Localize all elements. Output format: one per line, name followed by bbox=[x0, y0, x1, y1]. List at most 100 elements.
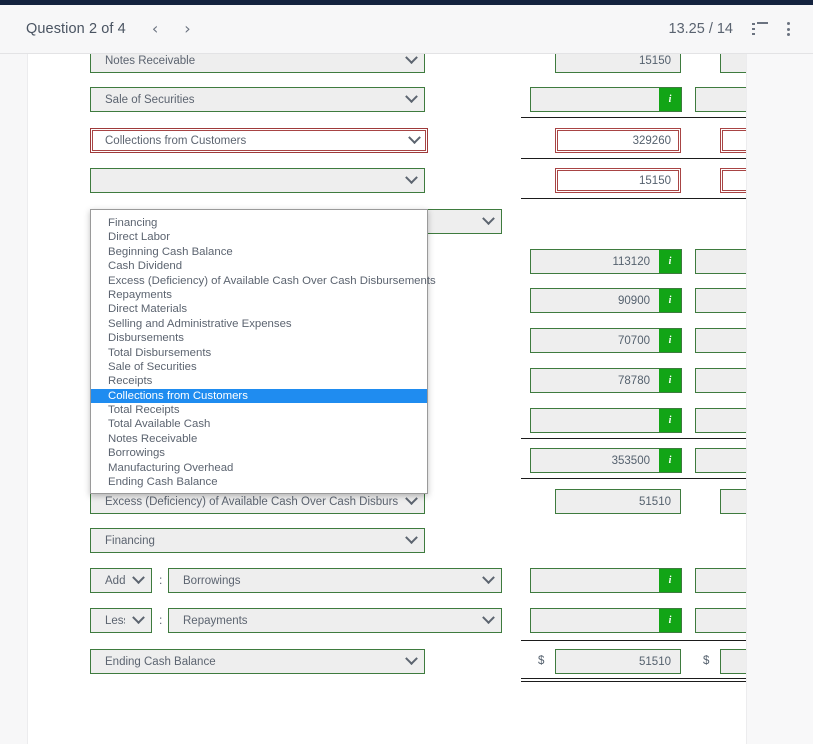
info-badge-icon[interactable]: i bbox=[659, 250, 681, 273]
total-rule bbox=[521, 640, 693, 641]
account-select-0[interactable]: Notes Receivable bbox=[90, 54, 425, 73]
dropdown-option-15[interactable]: Notes Receivable bbox=[91, 432, 427, 446]
dropdown-option-2[interactable]: Beginning Cash Balance bbox=[91, 245, 427, 259]
dropdown-option-5[interactable]: Repayments bbox=[91, 288, 427, 302]
score-display: 13.25 / 14 bbox=[668, 21, 734, 37]
info-badge-icon[interactable]: i bbox=[659, 449, 681, 472]
dropdown-option-9[interactable]: Total Disbursements bbox=[91, 346, 427, 360]
question-list-button[interactable] bbox=[752, 22, 768, 36]
chevron-down-icon bbox=[125, 571, 151, 585]
info-badge-icon[interactable]: i bbox=[659, 369, 681, 392]
total-rule bbox=[521, 117, 693, 118]
amount-value: 15150 bbox=[639, 174, 671, 187]
info-badge-icon[interactable]: i bbox=[659, 289, 681, 312]
worksheet-compound-row: Add: Borrowings ii bbox=[28, 568, 746, 598]
account-select-12[interactable]: Financing bbox=[90, 528, 425, 553]
amount-input-col1-2[interactable]: 329260 bbox=[555, 128, 681, 153]
worksheet-total-row: Ending Cash Balance $51510 $ bbox=[28, 649, 746, 679]
amount-input-col2-1[interactable]: i bbox=[695, 87, 746, 112]
dropdown-option-10[interactable]: Sale of Securities bbox=[91, 360, 427, 374]
worksheet-compound-row: Less: Repayments ii bbox=[28, 608, 746, 638]
chevron-down-icon bbox=[398, 171, 424, 185]
total-rule bbox=[686, 678, 746, 682]
dropdown-option-12[interactable]: Collections from Customers bbox=[91, 388, 427, 404]
account-select-financing-1[interactable]: Repayments bbox=[168, 608, 502, 633]
chevron-down-icon bbox=[475, 212, 501, 226]
info-badge-icon[interactable]: i bbox=[659, 88, 681, 111]
info-badge-icon[interactable]: i bbox=[659, 569, 681, 592]
amount-input-col2-11[interactable] bbox=[720, 489, 746, 514]
amount-input-col1-financing-1[interactable]: i bbox=[530, 608, 682, 633]
dropdown-option-13[interactable]: Total Receipts bbox=[91, 403, 427, 417]
account-select-1[interactable]: Sale of Securities bbox=[90, 87, 425, 112]
amount-input-col2-6[interactable]: i bbox=[695, 288, 746, 313]
amount-input-col2-3[interactable] bbox=[720, 168, 746, 193]
left-gutter bbox=[0, 54, 27, 744]
amount-input-col1-11[interactable]: 51510 bbox=[555, 489, 681, 514]
amount-input-col2-10[interactable]: i bbox=[695, 448, 746, 473]
amount-input-col1-9[interactable]: i bbox=[530, 408, 682, 433]
dropdown-option-3[interactable]: Cash Dividend bbox=[91, 259, 427, 273]
operation-select-0[interactable]: Add bbox=[90, 568, 152, 593]
row-colon: : bbox=[159, 613, 163, 627]
account-select-label: Add bbox=[105, 574, 125, 587]
dropdown-option-0[interactable]: Financing bbox=[91, 216, 427, 230]
amount-input-col1-3[interactable]: 15150 bbox=[555, 168, 681, 193]
operation-select-1[interactable]: Less bbox=[90, 608, 152, 633]
amount-input-col2-financing-1[interactable]: i bbox=[695, 608, 746, 633]
total-rule bbox=[521, 478, 693, 479]
chevron-down-icon bbox=[401, 131, 427, 145]
dropdown-option-4[interactable]: Excess (Deficiency) of Available Cash Ov… bbox=[91, 274, 436, 288]
amount-input-col1-6[interactable]: 90900 i bbox=[530, 288, 682, 313]
dropdown-option-14[interactable]: Total Available Cash bbox=[91, 417, 427, 431]
account-select-3[interactable] bbox=[90, 168, 425, 193]
amount-input-col1-0[interactable]: 15150 bbox=[555, 54, 681, 73]
amount-value: 113120 bbox=[612, 255, 650, 268]
amount-input-col1-1[interactable]: i bbox=[530, 87, 682, 112]
amount-input-col2-total[interactable] bbox=[720, 649, 746, 674]
amount-input-col1-total[interactable]: 51510 bbox=[555, 649, 681, 674]
amount-input-col2-financing-0[interactable]: i bbox=[695, 568, 746, 593]
amount-input-col2-0[interactable] bbox=[720, 54, 746, 73]
page-title: Question 2 of 4 bbox=[26, 21, 126, 37]
more-options-button[interactable] bbox=[787, 21, 791, 37]
total-rule bbox=[521, 198, 693, 199]
info-badge-icon[interactable]: i bbox=[659, 609, 681, 632]
dropdown-option-17[interactable]: Manufacturing Overhead bbox=[91, 461, 427, 475]
amount-input-col1-5[interactable]: 113120 i bbox=[530, 249, 682, 274]
dropdown-option-1[interactable]: Direct Labor bbox=[91, 230, 427, 244]
amount-input-col1-7[interactable]: 70700 i bbox=[530, 328, 682, 353]
numbered-list-icon bbox=[752, 22, 768, 36]
total-rule bbox=[686, 158, 746, 159]
amount-input-col2-9[interactable]: i bbox=[695, 408, 746, 433]
account-select-2[interactable]: Collections from Customers bbox=[90, 128, 428, 153]
amount-input-col1-financing-0[interactable]: i bbox=[530, 568, 682, 593]
chevron-down-icon bbox=[398, 90, 424, 104]
dropdown-option-7[interactable]: Selling and Administrative Expenses bbox=[91, 317, 427, 331]
dropdown-option-6[interactable]: Direct Materials bbox=[91, 302, 427, 316]
account-select-ending-cash-balance[interactable]: Ending Cash Balance bbox=[90, 649, 425, 674]
amount-input-col2-5[interactable]: i bbox=[695, 249, 746, 274]
chevron-down-icon bbox=[475, 611, 501, 625]
vertical-dots-icon bbox=[787, 21, 791, 37]
dropdown-option-8[interactable]: Disbursements bbox=[91, 331, 427, 345]
dropdown-option-18[interactable]: Ending Cash Balance bbox=[91, 475, 427, 489]
total-rule bbox=[521, 678, 693, 682]
account-dropdown-popup[interactable]: Financing Direct Labor Beginning Cash Bala… bbox=[90, 209, 436, 495]
account-select-financing-0[interactable]: Borrowings bbox=[168, 568, 502, 593]
dropdown-option-16[interactable]: Borrowings bbox=[91, 446, 427, 460]
amount-input-col1-8[interactable]: 78780 i bbox=[530, 368, 682, 393]
amount-input-col2-8[interactable]: i bbox=[695, 368, 746, 393]
dropdown-option-11[interactable]: Receipts bbox=[91, 374, 427, 388]
question-navigation: ‹ › bbox=[148, 19, 195, 39]
amount-value: 70700 bbox=[618, 334, 650, 347]
info-badge-icon[interactable]: i bbox=[659, 329, 681, 352]
amount-input-col1-10[interactable]: 353500 i bbox=[530, 448, 682, 473]
amount-input-col2-2[interactable] bbox=[720, 128, 746, 153]
amount-input-col2-7[interactable]: i bbox=[695, 328, 746, 353]
chevron-down-icon bbox=[398, 54, 424, 65]
info-badge-icon[interactable]: i bbox=[659, 409, 681, 432]
previous-question-button[interactable]: ‹ bbox=[148, 19, 162, 39]
account-select-label: Collections from Customers bbox=[105, 134, 247, 147]
next-question-button[interactable]: › bbox=[180, 19, 194, 39]
